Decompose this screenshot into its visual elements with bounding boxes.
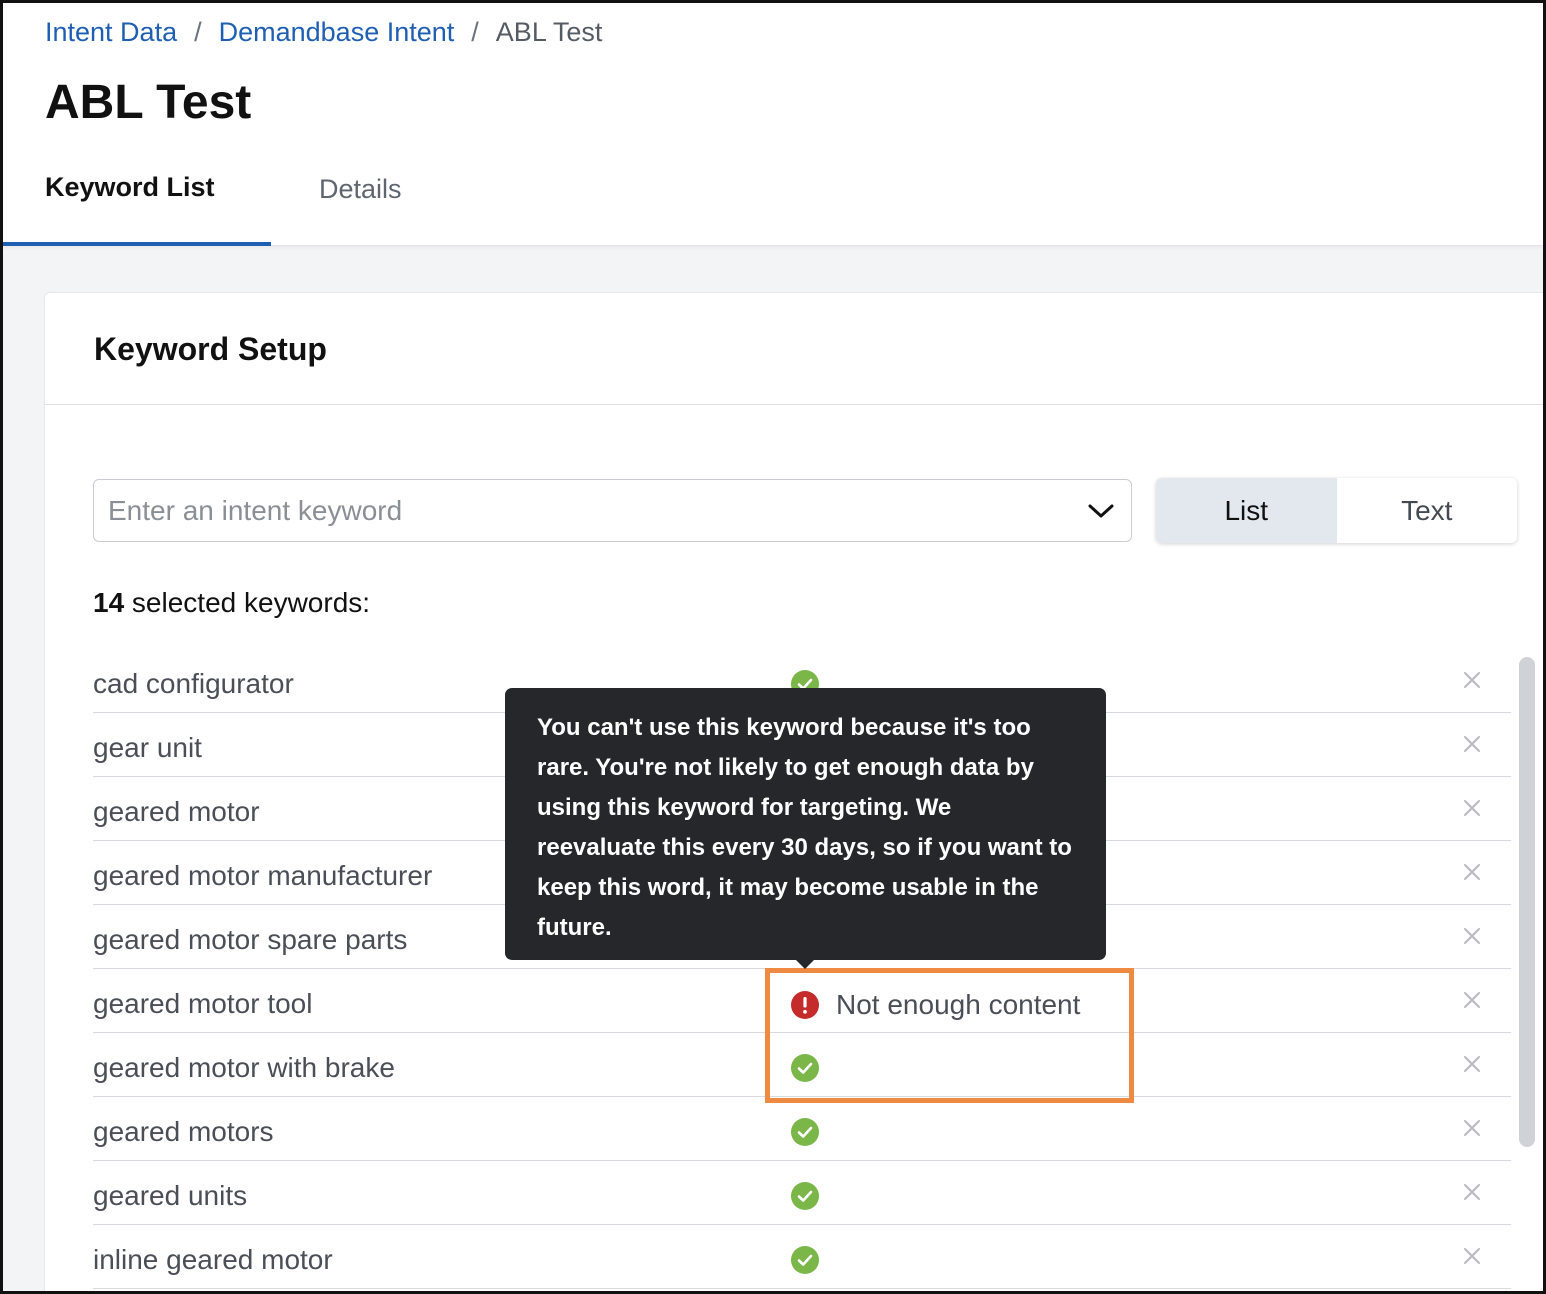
keyword-name: geared motor spare parts: [93, 924, 408, 955]
breadcrumb-separator: /: [471, 17, 479, 47]
check-circle-icon: [790, 1245, 820, 1275]
keyword-row: geared motor tool Not enough content: [93, 969, 1511, 1033]
check-circle-icon: [790, 1053, 820, 1083]
exclamation-circle-icon[interactable]: [790, 990, 820, 1020]
keyword-status-text: Not enough content: [836, 989, 1081, 1020]
breadcrumb-separator: /: [194, 17, 202, 47]
tab-bar: Keyword List Details: [3, 153, 1543, 246]
keyword-search-combobox[interactable]: [93, 479, 1132, 542]
close-icon[interactable]: [1457, 665, 1487, 695]
check-circle-icon: [790, 1117, 820, 1147]
keyword-search-input[interactable]: [94, 480, 1071, 541]
keyword-status: [790, 1181, 820, 1211]
tooltip-arrow: [794, 958, 816, 969]
breadcrumb-current: ABL Test: [495, 17, 603, 47]
keyword-row: inline geared motor: [93, 1225, 1511, 1289]
keyword-name: gear unit: [93, 732, 202, 763]
status-tooltip: You can't use this keyword because it's …: [505, 688, 1106, 960]
app-frame: Intent Data / Demandbase Intent / ABL Te…: [0, 0, 1546, 1294]
view-mode-toggle: List Text: [1156, 478, 1517, 543]
keyword-row: geared motors: [93, 1097, 1511, 1161]
selected-count-label: selected keywords:: [124, 587, 371, 618]
keyword-name: cad configurator: [93, 668, 294, 699]
keyword-name: inline geared motor: [93, 1244, 333, 1275]
chevron-down-icon[interactable]: [1071, 480, 1131, 541]
card-title: Keyword Setup: [94, 331, 327, 367]
close-icon[interactable]: [1457, 729, 1487, 759]
close-icon[interactable]: [1457, 1241, 1487, 1271]
breadcrumb-link-intent-data[interactable]: Intent Data: [45, 17, 177, 48]
keyword-name: geared motor tool: [93, 988, 313, 1019]
list-view-button[interactable]: List: [1156, 478, 1337, 543]
tab-details[interactable]: Details: [319, 153, 402, 246]
breadcrumb: Intent Data / Demandbase Intent / ABL Te…: [45, 17, 602, 48]
keyword-name: geared motor with brake: [93, 1052, 395, 1083]
close-icon[interactable]: [1457, 921, 1487, 951]
selected-keywords-count: 14 selected keywords:: [93, 587, 370, 619]
close-icon[interactable]: [1457, 1113, 1487, 1143]
breadcrumb-link-demandbase-intent[interactable]: Demandbase Intent: [219, 17, 455, 48]
close-icon[interactable]: [1457, 1177, 1487, 1207]
page-title: ABL Test: [45, 76, 252, 129]
keyword-name: geared motor: [93, 796, 260, 827]
tab-keyword-list[interactable]: Keyword List: [3, 153, 271, 246]
keyword-name: geared motors: [93, 1116, 274, 1147]
close-icon[interactable]: [1457, 985, 1487, 1015]
close-icon[interactable]: [1457, 793, 1487, 823]
keyword-row: geared units: [93, 1161, 1511, 1225]
close-icon[interactable]: [1457, 1049, 1487, 1079]
keyword-name: geared units: [93, 1180, 248, 1211]
keyword-status: [790, 1053, 820, 1083]
check-circle-icon: [790, 1181, 820, 1211]
page-header: Intent Data / Demandbase Intent / ABL Te…: [3, 3, 1543, 246]
list-scrollbar[interactable]: [1519, 657, 1535, 1147]
text-view-button[interactable]: Text: [1337, 478, 1518, 543]
selected-count-number: 14: [93, 587, 125, 618]
keyword-status: Not enough content: [790, 989, 1080, 1021]
keyword-status: [790, 1117, 820, 1147]
keyword-name: geared motor manufacturer: [93, 860, 433, 891]
keyword-status: [790, 1245, 820, 1275]
close-icon[interactable]: [1457, 857, 1487, 887]
keyword-row: geared motor with brake: [93, 1033, 1511, 1097]
card-header: Keyword Setup: [45, 293, 1543, 405]
